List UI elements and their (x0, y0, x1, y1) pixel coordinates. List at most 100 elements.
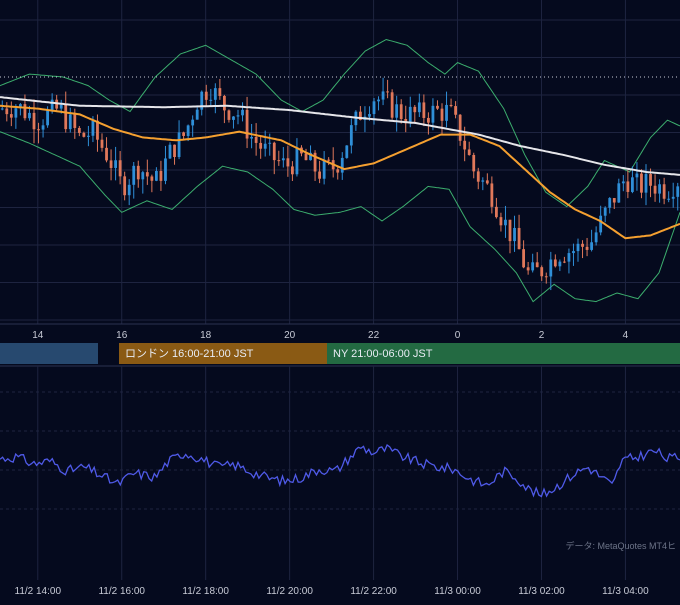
hour-tick-label: 18 (200, 330, 212, 341)
candle-body (182, 132, 185, 136)
date-tick-label: 11/3 00:00 (434, 586, 481, 597)
candle-body (223, 95, 226, 111)
candle-body (64, 104, 68, 130)
candle-body (631, 177, 634, 192)
candle-body (100, 139, 104, 148)
candle-body (281, 158, 285, 161)
candle-body (127, 184, 131, 196)
candle-body (327, 159, 331, 161)
candle-body (164, 158, 167, 181)
candle-body (531, 262, 535, 271)
hour-tick-label: 22 (368, 330, 380, 341)
candle-body (676, 186, 680, 197)
candle-body (136, 165, 140, 180)
candle-body (599, 215, 603, 233)
candle-body (472, 154, 476, 172)
candle-body (322, 159, 326, 179)
candle-body (658, 184, 661, 194)
candle-body (177, 132, 181, 158)
candle-body (186, 125, 190, 136)
candle-body (105, 147, 108, 161)
candle-body (150, 176, 154, 181)
candle-body (59, 104, 63, 109)
candle-body (368, 114, 371, 117)
candle-body (540, 267, 544, 277)
candle-body (286, 158, 290, 167)
candle-body (513, 227, 516, 242)
candle-body (449, 104, 453, 107)
candle-body (254, 137, 258, 143)
candle-body (653, 185, 657, 194)
candle-body (581, 243, 584, 247)
candle-body (141, 172, 145, 180)
chart-canvas: 14 16 18 20 22 0 2 4 ロンドン 16:00-21:00 JST NY 21:… (0, 0, 680, 600)
candle-body (272, 142, 276, 161)
candle-body (644, 174, 648, 193)
candle-body (413, 106, 417, 113)
candle-body (612, 198, 616, 203)
candle-body (422, 102, 426, 118)
candle-body (91, 120, 95, 136)
fx-chart: 14 16 18 20 22 0 2 4 ロンドン 16:00-21:00 JST NY 21:… (0, 0, 680, 600)
candle-body (241, 109, 244, 116)
candle-body (467, 149, 471, 155)
candle-body (517, 227, 521, 250)
candle-body (23, 104, 27, 119)
hour-tick-label: 0 (455, 330, 461, 341)
candle-body (372, 101, 376, 115)
candle-body (481, 180, 485, 182)
candle-body (377, 99, 380, 102)
candle-body (250, 137, 253, 139)
candle-body (132, 165, 136, 185)
candle-body (263, 143, 267, 149)
candle-body (0, 108, 4, 110)
candle-body (159, 171, 163, 181)
candle-body (318, 171, 321, 179)
candle-body (118, 160, 122, 177)
date-tick-label: 11/2 14:00 (15, 586, 62, 597)
candle-body (458, 114, 462, 141)
candle-body (191, 119, 195, 126)
date-tick-label: 11/2 20:00 (266, 586, 313, 597)
candle-body (168, 144, 172, 159)
candle-body (667, 198, 671, 200)
candle-body (576, 243, 580, 252)
candle-body (617, 183, 621, 203)
candle-body (304, 153, 308, 161)
candle-body (109, 160, 113, 168)
candle-body (427, 117, 430, 123)
candle-body (563, 261, 566, 263)
candle-body (236, 115, 240, 117)
hour-tick-label: 20 (284, 330, 296, 341)
date-tick-label: 11/3 04:00 (602, 586, 649, 597)
candle-body (535, 262, 539, 268)
candle-body (277, 160, 281, 162)
candle-body (476, 171, 480, 182)
candle-body (145, 172, 149, 177)
candle-body (123, 176, 127, 196)
candle-body (227, 110, 231, 120)
hour-tick-label: 14 (32, 330, 44, 341)
candle-body (445, 104, 448, 121)
candle-body (417, 102, 421, 113)
candle-body (381, 91, 385, 100)
candle-body (431, 105, 435, 123)
candle-body (195, 109, 199, 120)
candle-body (77, 127, 81, 133)
candle-body (572, 251, 575, 254)
candle-body (594, 232, 598, 243)
candle-body (504, 219, 507, 226)
candle-body (635, 173, 639, 178)
candle-body (463, 140, 467, 150)
candle-body (340, 157, 344, 173)
session-label: ロンドン 16:00-21:00 JST (125, 348, 254, 360)
session-bar (0, 343, 98, 364)
candle-body (50, 99, 54, 111)
candle-body (232, 116, 235, 120)
candle-body (295, 147, 299, 175)
candle-body (213, 88, 217, 100)
candle-body (87, 135, 90, 137)
hour-tick-label: 4 (623, 330, 629, 341)
candle-body (485, 180, 489, 184)
candle-body (662, 184, 666, 199)
